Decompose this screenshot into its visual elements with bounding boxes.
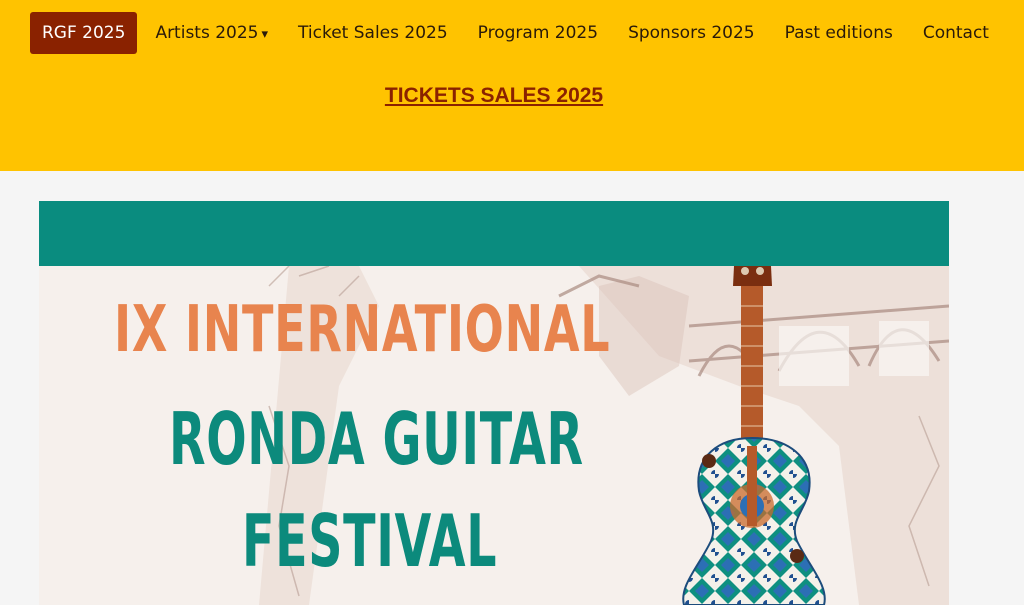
nav-item-artists-2025[interactable]: Artists 2025 ▾ <box>140 12 283 54</box>
site-header: RGF 2025 Artists 2025 ▾ Ticket Sales 2025… <box>0 0 1024 171</box>
nav-label: Program 2025 <box>477 23 599 43</box>
poster-top-band <box>39 201 949 266</box>
nav-label: Ticket Sales 2025 <box>298 23 448 43</box>
nav-item-sponsors-2025[interactable]: Sponsors 2025 <box>613 12 770 54</box>
nav-item-contact[interactable]: Contact <box>908 12 1004 54</box>
nav-item-program-2025[interactable]: Program 2025 <box>463 12 613 54</box>
main-nav: RGF 2025 Artists 2025 ▾ Ticket Sales 2025… <box>30 12 1004 54</box>
poster-title-line-2: RONDA GUITAR <box>169 397 584 481</box>
nav-item-past-editions[interactable]: Past editions <box>770 12 908 54</box>
nav-label: Artists 2025 <box>155 23 259 43</box>
poster-title-line-3: FESTIVAL <box>242 499 498 583</box>
nav-item-ticket-sales-2025[interactable]: Ticket Sales 2025 <box>283 12 463 54</box>
nav-label: RGF 2025 <box>42 23 126 43</box>
tickets-sales-link[interactable]: TICKETS SALES 2025 <box>0 84 988 108</box>
nav-label: Contact <box>922 23 989 43</box>
nav-item-rgf-2025[interactable]: RGF 2025 <box>30 12 138 54</box>
festival-poster: IX INTERNATIONAL RONDA GUITAR FESTIVAL <box>39 201 949 605</box>
nav-label: Sponsors 2025 <box>628 23 755 43</box>
poster-title-line-1: IX INTERNATIONAL <box>114 293 611 367</box>
chevron-down-icon: ▾ <box>261 27 269 42</box>
nav-label: Past editions <box>784 23 893 43</box>
